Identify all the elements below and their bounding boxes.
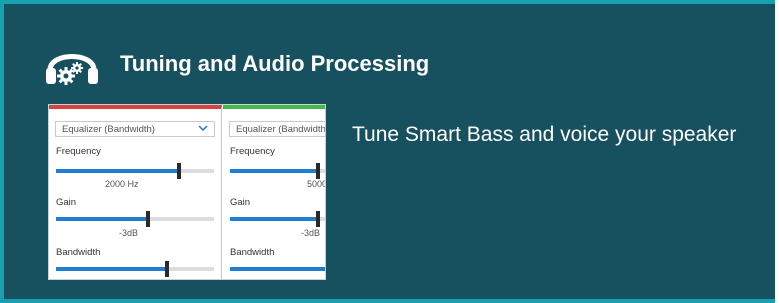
frequency-slider-fill — [56, 169, 180, 173]
card-header: Tuning and Audio Processing — [44, 40, 429, 88]
gain-slider — [56, 211, 214, 227]
frequency-slider — [56, 163, 214, 179]
gain-slider-fill — [56, 217, 148, 221]
gain-label: Gain — [230, 197, 251, 208]
equalizer-panel-green: Equalizer (Bandwidth) Frequency 5000 Hz … — [223, 105, 325, 279]
bandwidth-slider-knob — [164, 261, 169, 277]
frequency-value: 2000 Hz — [105, 179, 139, 189]
bandwidth-slider-fill — [56, 267, 167, 271]
card-description: Tune Smart Bass and voice your speaker — [352, 123, 737, 146]
equalizer-type-dropdown: Equalizer (Bandwidth) — [229, 121, 325, 137]
gain-label: Gain — [56, 197, 77, 208]
equalizer-panel-red: Equalizer (Bandwidth) Frequency 2000 Hz … — [49, 105, 222, 279]
card-title: Tuning and Audio Processing — [120, 51, 430, 76]
equalizer-preview-image: Equalizer (Bandwidth) Frequency 2000 Hz … — [48, 104, 326, 280]
gain-slider-knob — [316, 211, 321, 227]
gain-slider — [230, 211, 325, 227]
audio-processing-card[interactable]: Tuning and Audio Processing Equalizer (B… — [0, 0, 775, 303]
equalizer-type-dropdown: Equalizer (Bandwidth) — [55, 121, 215, 137]
gain-value: -3dB — [119, 228, 139, 238]
headphones-gear-icon — [46, 54, 98, 85]
frequency-slider-knob — [316, 163, 321, 179]
bandwidth-slider — [230, 267, 325, 271]
dropdown-value: Equalizer (Bandwidth) — [236, 124, 325, 135]
bandwidth-slider-fill — [230, 267, 325, 271]
bandwidth-slider — [56, 261, 214, 277]
frequency-slider — [230, 163, 325, 179]
frequency-label: Frequency — [56, 146, 101, 157]
frequency-label: Frequency — [230, 146, 275, 157]
dropdown-value: Equalizer (Bandwidth) — [62, 124, 155, 135]
gain-value: -3dB — [301, 228, 321, 238]
bandwidth-label: Bandwidth — [56, 247, 101, 258]
gain-slider-knob — [145, 211, 150, 227]
bandwidth-label: Bandwidth — [230, 247, 275, 258]
frequency-slider-fill — [230, 169, 319, 173]
gain-slider-fill — [230, 217, 319, 221]
chevron-down-icon — [198, 125, 208, 132]
frequency-slider-knob — [177, 163, 182, 179]
frequency-value: 5000 Hz — [307, 179, 325, 189]
